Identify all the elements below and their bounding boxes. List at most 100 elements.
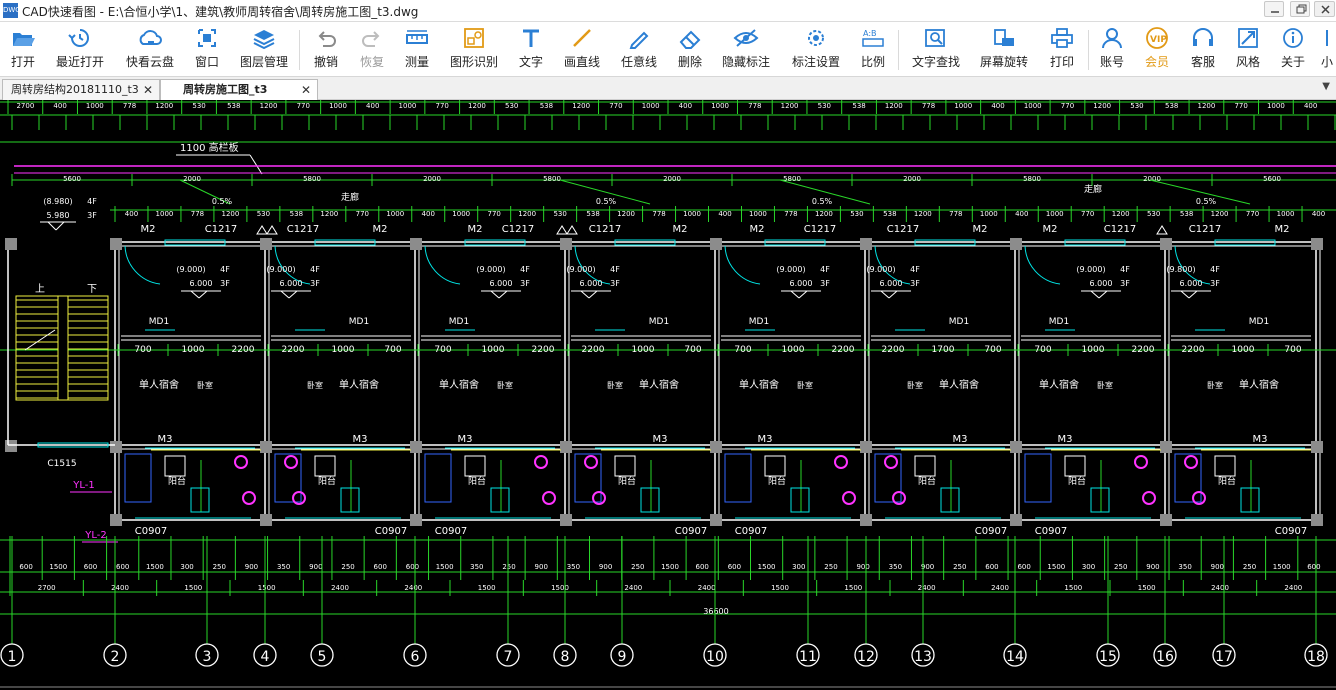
dimension-text: 2400	[624, 584, 642, 592]
dimension-text: 530	[192, 102, 205, 110]
toolbar-recent-button[interactable]: 最近打开	[52, 25, 108, 73]
level-text: 3F	[610, 279, 620, 288]
dimension-text: 1000	[642, 102, 660, 110]
level-text: 4F	[1120, 265, 1130, 274]
column	[1160, 238, 1172, 250]
tab-construction-drawing[interactable]: 周转房施工图_t3 ✕	[160, 79, 318, 100]
dimension-text: 1200	[1093, 102, 1111, 110]
room-label: 卧室	[197, 380, 213, 390]
toolbar-undo-button[interactable]: 撤销	[308, 25, 344, 73]
toolbar-recognize-button[interactable]: 图形识别	[446, 25, 502, 73]
level-text: (8.980)	[43, 197, 72, 206]
dimension-text: 400	[53, 102, 66, 110]
marker-triangle	[256, 225, 268, 235]
dimension-text: 2200	[232, 345, 255, 355]
title-bar: DWG CAD快速看图 - E:\合恒小学\1、建筑\教师周转宿舍\周转房施工图…	[0, 0, 1336, 22]
toolbar-scale-button[interactable]: A:B 比例	[856, 25, 890, 73]
maximize-button[interactable]	[1290, 1, 1310, 17]
dimension-text: 700	[384, 345, 401, 355]
close-window-button[interactable]	[1314, 1, 1335, 17]
toolbar-measure-button[interactable]: 测量	[400, 25, 434, 73]
toolbar-rotate-button[interactable]: 屏幕旋转	[976, 25, 1032, 73]
dimension-text: 770	[1246, 210, 1259, 218]
toolbar-freehand-button[interactable]: 任意线	[617, 25, 661, 73]
toolbar-window-label: 窗口	[194, 55, 219, 69]
corridor-label: 走廊	[1084, 183, 1102, 195]
toolbar-support-button[interactable]: 客服	[1186, 25, 1220, 73]
axis-label: 10	[706, 649, 724, 665]
dimension-text: 2200	[582, 345, 605, 355]
toolbar-about-button[interactable]: 关于	[1276, 25, 1310, 73]
toolbar-style-button[interactable]: 风格	[1231, 25, 1265, 73]
level-line	[1090, 290, 1100, 299]
toolbar-text-button[interactable]: 文字	[514, 25, 548, 73]
toolbar-hide-annotation-button[interactable]: 隐藏标注	[718, 25, 774, 73]
svg-text:A:B: A:B	[863, 29, 877, 38]
toolbar-text-search-button[interactable]: 文字查找	[906, 25, 966, 73]
level-text: 3F	[87, 211, 97, 220]
dimension-text: 1500	[661, 563, 679, 571]
toolbar-open-button[interactable]: 打开	[2, 25, 44, 73]
toolbar-line-label: 画直线	[563, 55, 600, 69]
toolbar-account-button[interactable]: 账号	[1094, 25, 1130, 73]
toolbar-rotate-label: 屏幕旋转	[979, 55, 1028, 69]
fixture	[1024, 453, 1052, 503]
axis-label: 12	[857, 649, 875, 665]
toolbar-window-button[interactable]: 窗口	[190, 25, 224, 73]
line-icon	[573, 29, 591, 47]
dimension-text: 600	[84, 563, 97, 571]
dimension-text: 1200	[781, 102, 799, 110]
toilet-icon	[242, 491, 256, 505]
toolbar-line-button[interactable]: 画直线	[560, 25, 604, 73]
tab-close-icon[interactable]: ✕	[143, 80, 153, 100]
dimension-text: 778	[748, 102, 761, 110]
toolbar-hide-annotation-label: 隐藏标注	[721, 55, 770, 69]
toolbar-delete-button[interactable]: 删除	[672, 25, 708, 73]
level-text: 3F	[310, 279, 320, 288]
dimension-text: 2400	[698, 584, 716, 592]
dimension-text: 538	[852, 102, 865, 110]
door-window-tag: C1217	[589, 224, 621, 235]
tab-close-icon[interactable]: ✕	[301, 80, 311, 100]
level-line	[798, 290, 808, 299]
toolbar-cloud-button[interactable]: 快看云盘	[121, 25, 179, 73]
axis-label: 18	[1307, 649, 1325, 665]
slope-label: 0.5%	[596, 197, 617, 206]
dimension-text: 1500	[146, 563, 164, 571]
toolbar-print-label: 打印	[1049, 55, 1074, 69]
column	[560, 514, 572, 526]
room-label: 卧室	[497, 380, 513, 390]
column	[410, 238, 422, 250]
cad-drawing-canvas[interactable]: 2700 400 1000 778 1200 530 538 1200 770 1000 400 10…	[0, 100, 1336, 690]
dimension-text: 1500	[771, 584, 789, 592]
level-text: 4F	[910, 265, 920, 274]
minimize-button[interactable]	[1264, 1, 1284, 17]
column	[860, 441, 872, 453]
toolbar-print-button[interactable]: 打印	[1044, 25, 1080, 73]
undo-icon	[318, 31, 336, 47]
toolbar-mini-button[interactable]: 小	[1318, 25, 1336, 73]
column	[410, 514, 422, 526]
toolbar-account-label: 账号	[1099, 55, 1124, 69]
dimension-text: 300	[1082, 563, 1095, 571]
tab-list-dropdown-icon[interactable]: ▼	[1322, 81, 1330, 92]
level-line	[1098, 290, 1108, 299]
dimension-text: 400	[422, 210, 435, 218]
toolbar-redo-button[interactable]: 恢复	[354, 25, 390, 73]
level-line	[1180, 290, 1190, 299]
fixture	[724, 453, 752, 503]
tab-structure-drawing[interactable]: 周转房结构20181110_t3 ✕	[2, 79, 160, 100]
dimension-text: 600	[374, 563, 387, 571]
dimension-text: 1500	[1047, 563, 1065, 571]
level-text: 6.000	[880, 279, 903, 288]
room-label: 单人宿舍	[439, 378, 479, 391]
toolbar-annotation-settings-button[interactable]: 标注设置	[788, 25, 844, 73]
fixture	[314, 455, 336, 477]
toolbar-layers-button[interactable]: 图层管理	[237, 25, 291, 73]
dimension-text: 350	[470, 563, 483, 571]
door-window-tag: C1217	[287, 224, 319, 235]
dimension-text: 1200	[617, 210, 635, 218]
toolbar-vip-button[interactable]: VIP 会员	[1140, 25, 1174, 73]
dimension-text: 778	[922, 102, 935, 110]
dimension-text: 2200	[532, 345, 555, 355]
